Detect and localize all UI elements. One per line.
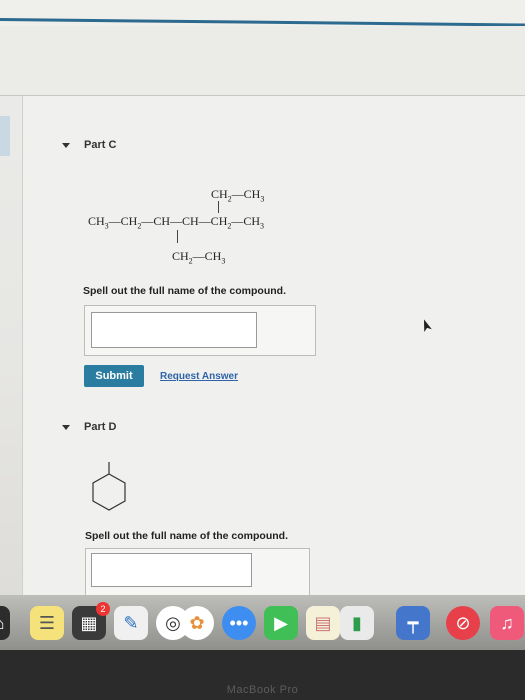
bottom-bond bbox=[177, 230, 178, 243]
part-d-prompt: Spell out the full name of the compound. bbox=[85, 530, 288, 542]
news-icon[interactable]: ⊘ bbox=[446, 606, 480, 640]
top-bond bbox=[218, 201, 219, 213]
page-header-strip bbox=[0, 26, 525, 96]
device-label: MacBook Pro bbox=[226, 684, 299, 696]
part-d-header[interactable]: Part D bbox=[62, 421, 116, 433]
part-d-answer-input[interactable] bbox=[91, 553, 252, 587]
preview-icon[interactable]: ✎ bbox=[114, 606, 148, 640]
messages-icon[interactable]: ••• bbox=[222, 606, 256, 640]
finder-icon[interactable]: ⌂ bbox=[0, 606, 10, 640]
music-icon[interactable]: ♫ bbox=[490, 606, 524, 640]
submit-button[interactable]: Submit bbox=[84, 365, 144, 387]
numbers-icon[interactable]: ▮ bbox=[340, 606, 374, 640]
facetime-icon[interactable]: ▶ bbox=[264, 606, 298, 640]
mouse-cursor-icon bbox=[423, 319, 432, 333]
request-answer-link[interactable]: Request Answer bbox=[160, 371, 238, 382]
part-c-title: Part C bbox=[84, 139, 117, 151]
side-tab[interactable] bbox=[0, 116, 10, 156]
browser-screen: Part C CH2—CH3 CH3—CH2—CH—CH—CH2—CH3 CH2… bbox=[0, 0, 525, 606]
cyclohexane-structure-icon bbox=[92, 462, 126, 511]
part-c-header[interactable]: Part C bbox=[62, 139, 116, 151]
stickies-icon[interactable]: ▤ bbox=[306, 606, 340, 640]
part-d-title: Part D bbox=[84, 421, 117, 433]
main-chain-formula: CH3—CH2—CH—CH—CH2—CH3 bbox=[88, 214, 265, 231]
part-c-answer-input[interactable] bbox=[91, 312, 257, 348]
part-c-prompt: Spell out the full name of the compound. bbox=[83, 285, 286, 297]
notes-icon[interactable]: ☰ bbox=[30, 606, 64, 640]
collapse-triangle-icon[interactable] bbox=[62, 424, 70, 430]
bottom-branch-formula: CH2—CH3 bbox=[172, 249, 226, 266]
photos-icon[interactable]: ✿ bbox=[180, 606, 214, 640]
notification-badge: 2 bbox=[96, 602, 110, 616]
top-branch-formula: CH2—CH3 bbox=[211, 187, 265, 204]
collapse-triangle-icon[interactable] bbox=[62, 142, 70, 148]
keynote-icon[interactable]: ┯ bbox=[396, 606, 430, 640]
